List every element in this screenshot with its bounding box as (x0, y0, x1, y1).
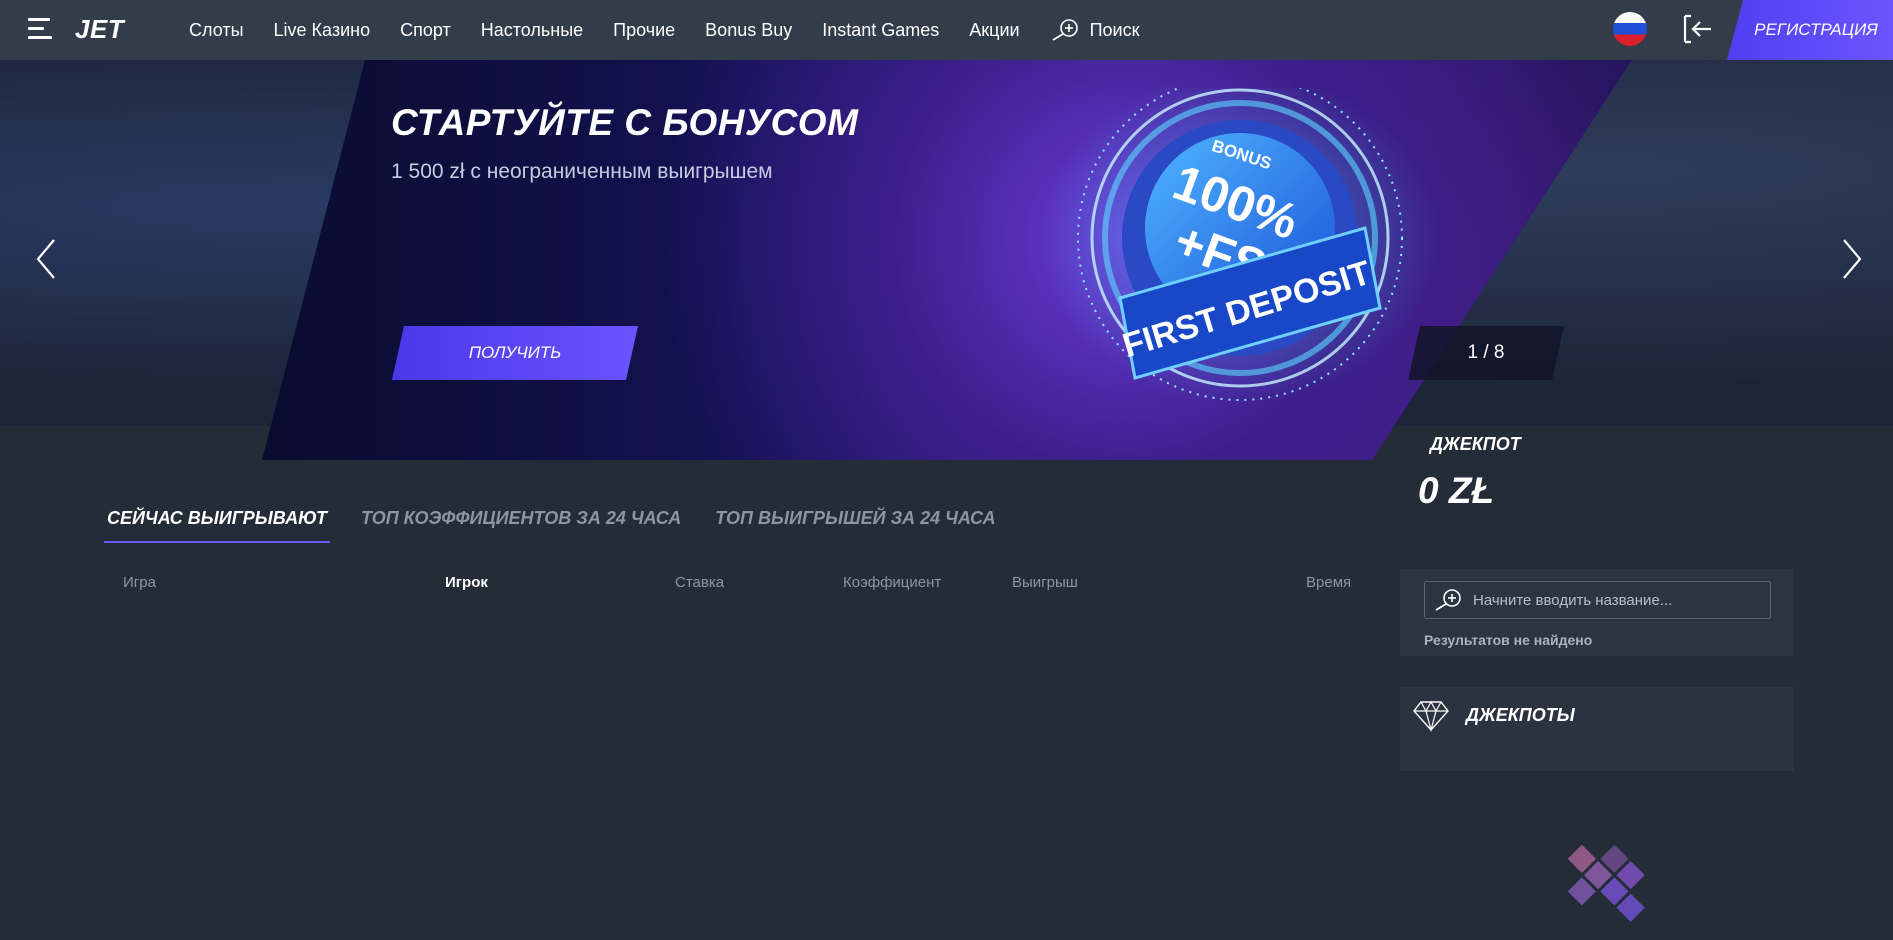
tab-top-wins-24h[interactable]: ТОП ВЫИГРЫШЕЙ ЗА 24 ЧАСА (712, 504, 998, 543)
tab-top-odds-24h[interactable]: ТОП КОЭФФИЦИЕНТОВ ЗА 24 ЧАСА (358, 504, 684, 543)
slide-counter: 1 / 8 (1408, 326, 1564, 380)
nav-item-promotions[interactable]: Акции (969, 20, 1019, 41)
no-results-text: Результатов не найдено (1424, 632, 1593, 648)
nav-search-button[interactable]: Поиск (1050, 18, 1140, 42)
menu-icon[interactable] (28, 18, 56, 40)
nav-item-other[interactable]: Прочие (613, 20, 675, 41)
tab-winning-now[interactable]: СЕЙЧАС ВЫИГРЫВАЮТ (104, 504, 330, 543)
nav-item-table-games[interactable]: Настольные (481, 20, 583, 41)
site-logo[interactable]: JET (75, 14, 124, 45)
nav-item-slots[interactable]: Слоты (189, 20, 244, 41)
jackpots-card[interactable]: ДЖЕКПОТЫ (1400, 687, 1794, 771)
game-search-input[interactable] (1473, 591, 1763, 609)
top-header: JET Слоты Live Казино Спорт Настольные П… (0, 0, 1893, 60)
search-icon (1052, 19, 1078, 41)
login-icon[interactable] (1682, 13, 1714, 45)
nav-search-label: Поиск (1089, 19, 1140, 40)
jackpot-label: ДЖЕКПОТ (1430, 434, 1521, 454)
register-button[interactable]: РЕГИСТРАЦИЯ (1727, 0, 1893, 60)
jackpot-amount: 0 ZŁ (1418, 470, 1495, 511)
column-win: Выигрыш (1012, 574, 1078, 591)
language-flag-icon[interactable] (1613, 12, 1647, 46)
nav-item-live-casino[interactable]: Live Казино (274, 20, 371, 41)
diamond-icon (1413, 700, 1449, 733)
jackpots-title: ДЖЕКПОТЫ (1466, 705, 1575, 725)
loading-spinner-icon (1567, 845, 1645, 922)
nav-item-instant-games[interactable]: Instant Games (822, 20, 939, 41)
column-game: Игра (123, 574, 156, 591)
search-icon (1435, 589, 1461, 611)
banner-title: СТАРТУЙТЕ С БОНУСОМ (391, 102, 859, 143)
column-bet: Ставка (675, 574, 725, 591)
winners-tabs: СЕЙЧАС ВЫИГРЫВАЮТ ТОП КОЭФФИЦИЕНТОВ ЗА 2… (104, 504, 1027, 543)
first-deposit-badge-image: BONUS 100% +FS FIRST DEPOSIT (1040, 88, 1440, 403)
game-search-box[interactable] (1424, 581, 1771, 619)
game-search-card: Результатов не найдено (1400, 569, 1794, 656)
nav-item-sport[interactable]: Спорт (400, 20, 451, 41)
banner-subtitle: 1 500 zł с неограниченным выигрышем (391, 160, 773, 183)
column-player: Игрок (445, 574, 488, 591)
get-bonus-button[interactable]: ПОЛУЧИТЬ (392, 326, 638, 380)
chevron-right-icon[interactable] (1840, 237, 1864, 281)
nav-item-bonus-buy[interactable]: Bonus Buy (705, 20, 792, 41)
column-odds: Коэффициент (843, 574, 942, 591)
main-nav: Слоты Live Казино Спорт Настольные Прочи… (189, 0, 1170, 60)
column-time: Время (1306, 574, 1352, 591)
chevron-left-icon[interactable] (34, 237, 58, 281)
